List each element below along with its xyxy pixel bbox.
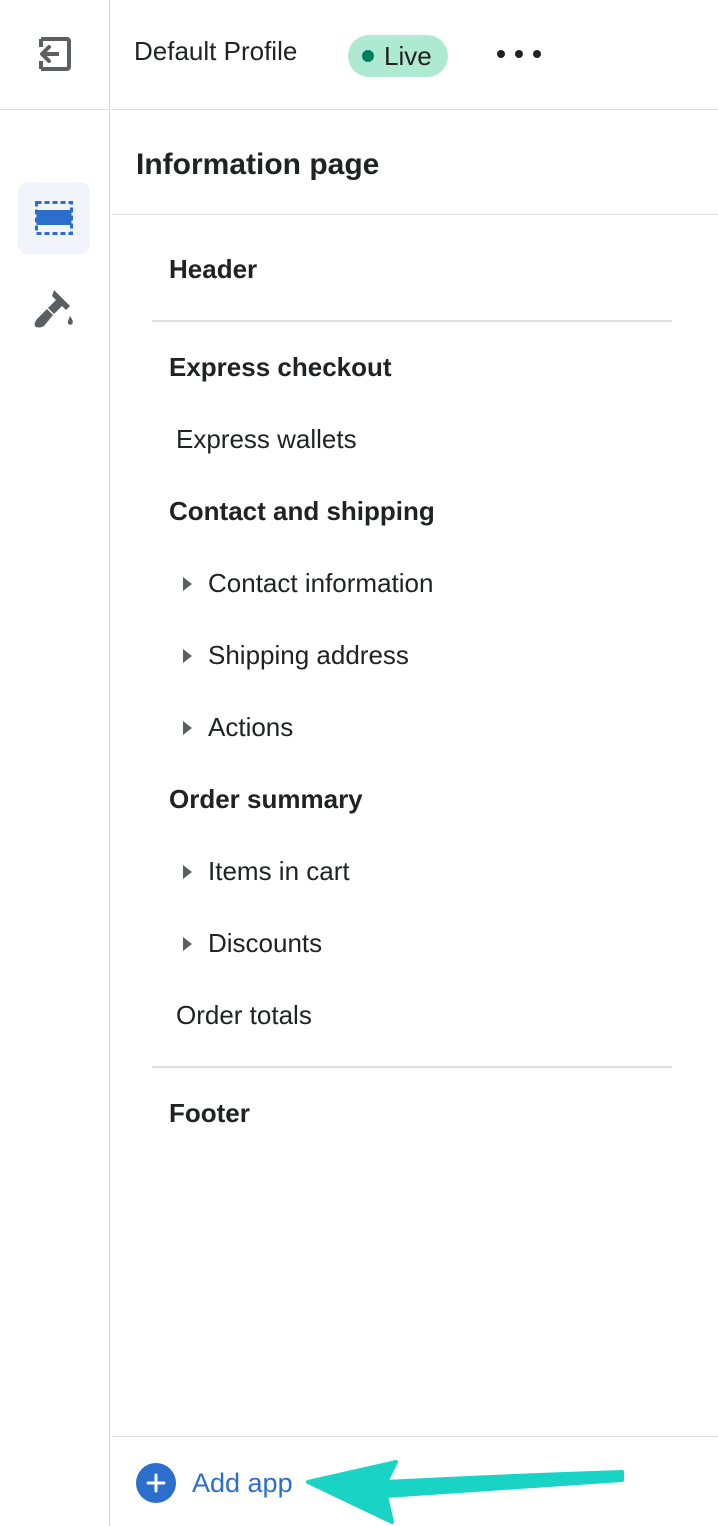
section-header[interactable]: Header bbox=[169, 254, 257, 285]
block-express-wallets[interactable]: Express wallets bbox=[176, 424, 357, 455]
block-items-in-cart[interactable]: Items in cart bbox=[183, 856, 350, 887]
sections-icon bbox=[35, 201, 73, 235]
status-badge-label: Live bbox=[384, 40, 432, 71]
block-label: Express wallets bbox=[176, 424, 357, 454]
more-dot-icon bbox=[497, 50, 505, 58]
status-badge: Live bbox=[348, 35, 448, 77]
block-actions[interactable]: Actions bbox=[183, 712, 293, 743]
more-dot-icon bbox=[533, 50, 541, 58]
profile-name[interactable]: Default Profile bbox=[134, 36, 297, 67]
add-app-button[interactable]: Add app bbox=[136, 1463, 293, 1503]
annotation-arrow-icon bbox=[306, 1460, 624, 1524]
top-bar: Default Profile Live bbox=[111, 0, 718, 110]
exit-icon[interactable] bbox=[35, 35, 73, 73]
exit-area bbox=[0, 0, 110, 110]
section-express-checkout[interactable]: Express checkout bbox=[169, 352, 392, 383]
caret-right-icon[interactable] bbox=[183, 864, 192, 879]
block-label: Contact information bbox=[208, 568, 434, 598]
block-shipping-address[interactable]: Shipping address bbox=[183, 640, 409, 671]
section-footer[interactable]: Footer bbox=[169, 1098, 250, 1129]
more-actions-button[interactable] bbox=[497, 38, 541, 70]
section-divider bbox=[152, 320, 672, 322]
caret-right-icon[interactable] bbox=[183, 936, 192, 951]
section-order-summary[interactable]: Order summary bbox=[169, 784, 363, 815]
block-label: Shipping address bbox=[208, 640, 409, 670]
block-label: Items in cart bbox=[208, 856, 350, 886]
block-contact-information[interactable]: Contact information bbox=[183, 568, 433, 599]
add-app-label: Add app bbox=[192, 1467, 293, 1498]
plus-circle-icon bbox=[136, 1463, 176, 1503]
block-label: Order totals bbox=[176, 1000, 312, 1030]
left-rail bbox=[0, 0, 110, 1526]
section-contact-and-shipping[interactable]: Contact and shipping bbox=[169, 496, 435, 527]
more-dot-icon bbox=[515, 50, 523, 58]
section-divider bbox=[152, 1066, 672, 1068]
block-label: Discounts bbox=[208, 928, 323, 958]
caret-right-icon[interactable] bbox=[183, 648, 192, 663]
page-title: Information page bbox=[136, 148, 380, 181]
sections-button[interactable] bbox=[18, 182, 90, 254]
paintbrush-icon bbox=[34, 290, 73, 328]
caret-right-icon[interactable] bbox=[183, 720, 192, 735]
theme-settings-button[interactable] bbox=[18, 272, 90, 344]
block-discounts[interactable]: Discounts bbox=[183, 928, 322, 959]
block-order-totals[interactable]: Order totals bbox=[176, 1000, 312, 1031]
title-divider bbox=[112, 214, 718, 215]
status-dot-icon bbox=[362, 50, 374, 62]
caret-right-icon[interactable] bbox=[183, 576, 192, 591]
block-label: Actions bbox=[208, 712, 294, 742]
plus-icon bbox=[146, 1473, 166, 1493]
